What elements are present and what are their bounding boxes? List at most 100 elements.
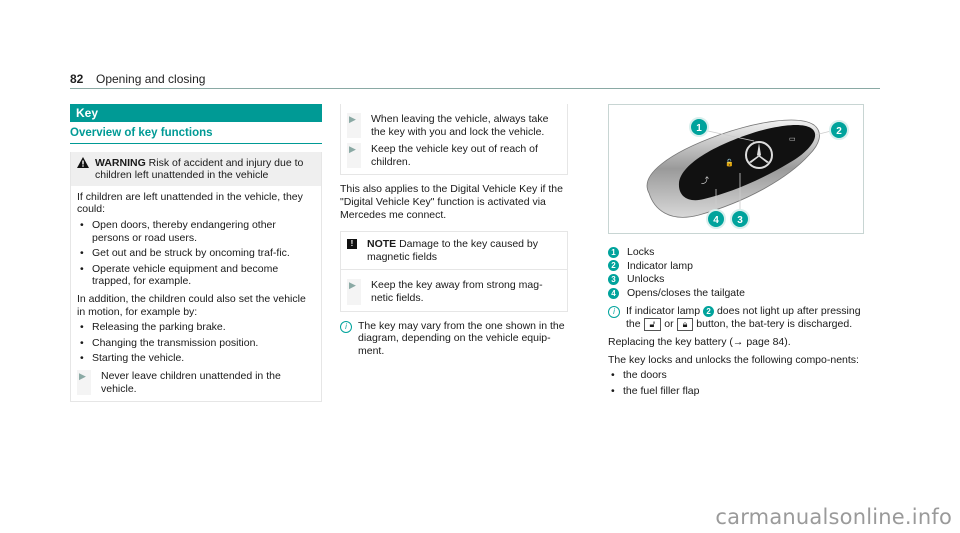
lock-button-icon: ▭ [789,136,796,143]
list-item-text: Open doors, thereby endangering other pe… [92,218,276,244]
number-badge: 3 [608,273,619,285]
info-note-indicator: i If indicator lamp 2 does not light up … [608,305,866,331]
lock-button-symbol-icon: 🔒︎ [676,317,694,331]
legend-label: Indicator lamp [627,259,693,272]
list-item-text: Starting the vehicle. [92,352,185,365]
unlock-button-symbol-icon: 🔓︎ [643,317,662,331]
list-item-text: the fuel filler flap [623,384,700,397]
legend-item: 1 Locks [608,246,866,259]
action-text: When leaving the vehicle, always take th… [371,113,549,138]
number-badge: 2 [703,306,715,318]
info-icon: i [608,306,620,319]
watermark[interactable]: carmanualsonline.info [715,505,952,529]
info-note: i The key may vary from the one shown in… [340,320,568,358]
warning-heading: WARNING Risk of accident and injury due … [95,157,315,182]
column-3: ⤴ 🔓 ▭ 1 2 3 4 1 Locks 2 Indicator lamp 3 Un… [608,104,866,397]
header-rule [70,88,880,89]
warning-header: WARNING Risk of accident and injury due … [71,151,321,186]
callout-4: 4 [706,209,726,229]
list-item-text: Get out and be struck by oncoming traf-f… [92,247,290,260]
key-figure: ⤴ 🔓 ▭ 1 2 3 4 [608,104,864,234]
action-step: ▶ When leaving the vehicle, always take t… [347,113,561,139]
column-1: Key Overview of key functions WARNING Ri… [70,104,322,403]
page-number: 82 [70,72,84,86]
list-item: • the doors [608,369,866,382]
action-arrow-icon: ▶ [77,369,91,396]
key-fob-illustration: ⤴ 🔓 ▭ 1 2 3 4 [646,117,849,229]
svg-text:2: 2 [836,126,842,137]
tailgate-button-icon: ⤴ [701,175,709,185]
list-item: • Open doors, thereby endangering other p… [77,219,315,244]
note-exclamation-icon: ! [347,239,357,250]
info-text-part: If indicator lamp [626,305,701,318]
info-text: If indicator lamp 2 does not light up af… [626,305,866,331]
callout-2: 2 [829,120,849,140]
action-text: Keep the vehicle key out of reach of chi… [371,143,538,168]
bullet-icon: • [80,262,84,275]
list-item: • Changing the transmission position. [77,337,315,350]
callout-1: 1 [689,117,709,137]
legend-item: 4 Opens/closes the tailgate [608,287,866,300]
bullet-icon: • [80,218,84,231]
warning-triangle-icon [77,156,95,182]
section-title: Opening and closing [96,72,206,86]
callout-3: 3 [730,209,750,229]
number-badge: 2 [608,260,619,272]
note-heading: NOTE Damage to the key caused by magneti… [367,238,561,263]
digital-key-text: This also applies to the Digital Vehicle… [340,183,563,221]
list-item-text: Releasing the parking brake. [92,321,226,334]
bullet-icon: • [611,384,615,397]
warning-box: WARNING Risk of accident and injury due … [70,151,322,403]
note-body: ▶ Keep the key away from strong mag-netic… [340,270,568,312]
section-heading: Key [70,104,322,122]
info-text: The key may vary from the one shown in t… [358,319,565,357]
svg-text:4: 4 [713,215,719,226]
list-item: • Operate vehicle equipment and become tr… [77,263,315,288]
info-text-part: or [664,317,674,330]
bullet-icon: • [80,321,84,334]
battery-reference[interactable]: Replacing the key battery (→ page 84). [608,336,866,349]
subheading: Overview of key functions [70,127,322,144]
action-arrow-icon: ▶ [347,143,361,169]
list-item-text: the doors [623,369,667,382]
bullet-icon: • [80,336,84,349]
list-item-text: Operate vehicle equipment and become tra… [92,262,279,288]
list-item: • the fuel filler flap [608,385,866,398]
info-text-part: button, the bat-tery is discharged. [696,317,853,330]
column-2: ▶ When leaving the vehicle, always take t… [340,104,568,357]
legend-item: 2 Indicator lamp [608,260,866,273]
svg-text:1: 1 [696,123,702,134]
svg-text:3: 3 [737,215,743,226]
warning-box-continued: ▶ When leaving the vehicle, always take t… [340,104,568,176]
list-item: • Starting the vehicle. [77,352,315,365]
list-item-text: Changing the transmission position. [92,336,259,349]
list-item: • Releasing the parking brake. [77,321,315,334]
components-intro: The key locks and unlocks the following … [608,353,859,366]
unlock-button-icon: 🔓 [725,158,734,167]
action-text: Keep the key away from strong mag-netic … [371,279,543,304]
bullet-icon: • [80,352,84,365]
action-arrow-icon: ▶ [347,279,361,305]
warning-addition: In addition, the children could also set… [77,292,306,318]
note-header: ! NOTE Damage to the key caused by magne… [340,231,568,271]
action-step: ▶ Never leave children unattended in the … [77,369,315,396]
legend-label: Locks [627,246,655,258]
action-step: ▶ Keep the vehicle key out of reach of ch… [347,143,561,169]
bullet-icon: • [80,247,84,260]
note-box: ! NOTE Damage to the key caused by magne… [340,231,568,312]
number-badge: 4 [608,287,619,299]
list-item: • Get out and be struck by oncoming traf-… [77,247,315,260]
action-text: Never leave children unattended in the v… [101,369,281,395]
action-arrow-icon: ▶ [347,113,361,139]
note-label: NOTE [367,238,397,251]
warning-body: If children are left unattended in the v… [71,186,321,401]
legend-item: 3 Unlocks [608,273,866,286]
legend: 1 Locks 2 Indicator lamp 3 Unlocks 4 Opens/c… [608,246,866,299]
warning-label: WARNING [95,156,146,169]
legend-label: Opens/closes the tailgate [627,286,745,299]
action-step: ▶ Keep the key away from strong mag-netic… [347,279,561,305]
warning-intro: If children are left unattended in the v… [77,190,303,216]
bullet-icon: • [611,369,615,382]
legend-label: Unlocks [627,273,665,286]
number-badge: 1 [608,246,619,258]
